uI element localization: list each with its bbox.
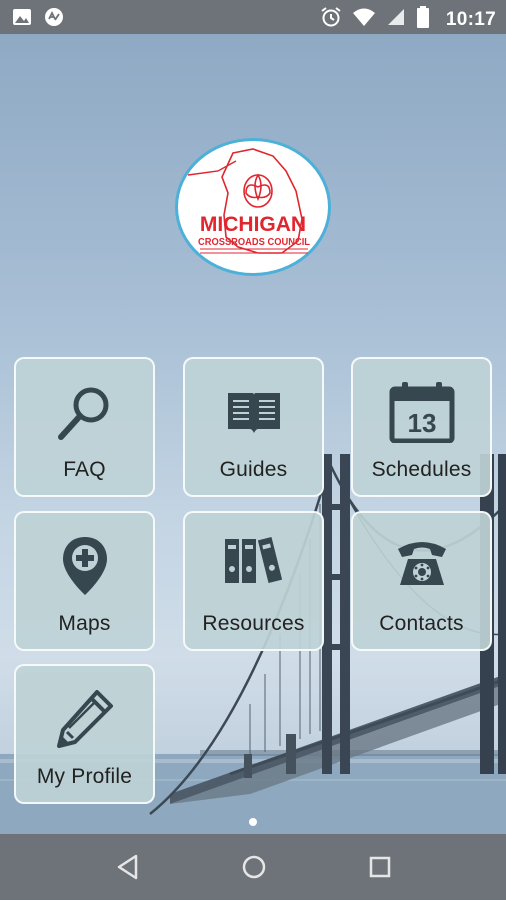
map-pin-icon bbox=[16, 535, 153, 597]
pencil-icon bbox=[16, 688, 153, 748]
image-icon bbox=[12, 7, 32, 32]
contacts-label: Contacts bbox=[379, 612, 464, 635]
wifi-icon bbox=[352, 7, 376, 32]
faq-label: FAQ bbox=[63, 458, 106, 481]
recents-icon[interactable] bbox=[368, 854, 392, 885]
guides-tile[interactable]: Guides bbox=[183, 357, 324, 497]
calendar-icon: 13 bbox=[353, 381, 490, 443]
maps-label: Maps bbox=[58, 612, 111, 635]
my-profile-tile[interactable]: My Profile bbox=[14, 664, 155, 804]
resources-label: Resources bbox=[202, 612, 305, 635]
status-time: 10:17 bbox=[445, 8, 496, 30]
logo-tagline: CROSSROADS COUNCIL bbox=[198, 237, 310, 248]
schedules-label: Schedules bbox=[371, 458, 472, 481]
home-icon[interactable] bbox=[241, 854, 267, 885]
council-logo: MICHIGAN CROSSROADS COUNCIL bbox=[175, 138, 331, 276]
guides-label: Guides bbox=[219, 458, 288, 481]
contacts-tile[interactable]: Contacts bbox=[351, 511, 492, 651]
status-bar: 10:17 bbox=[0, 0, 506, 34]
alarm-icon bbox=[320, 6, 342, 33]
telephone-icon bbox=[353, 535, 490, 591]
maps-tile[interactable]: Maps bbox=[14, 511, 155, 651]
resources-tile[interactable]: Resources bbox=[183, 511, 324, 651]
page-indicator bbox=[249, 818, 257, 826]
search-icon bbox=[16, 381, 153, 445]
calendar-day: 13 bbox=[407, 408, 436, 438]
logo-name: MICHIGAN bbox=[200, 213, 306, 236]
schedules-tile[interactable]: 13 Schedules bbox=[351, 357, 492, 497]
book-icon bbox=[185, 381, 322, 441]
back-icon[interactable] bbox=[116, 854, 140, 885]
signal-icon bbox=[386, 7, 406, 32]
binders-icon bbox=[185, 535, 322, 585]
battery-icon bbox=[416, 6, 430, 33]
faq-tile[interactable]: FAQ bbox=[14, 357, 155, 497]
navigation-bar bbox=[0, 834, 506, 900]
android-icon bbox=[44, 7, 64, 32]
my-profile-label: My Profile bbox=[36, 765, 133, 788]
